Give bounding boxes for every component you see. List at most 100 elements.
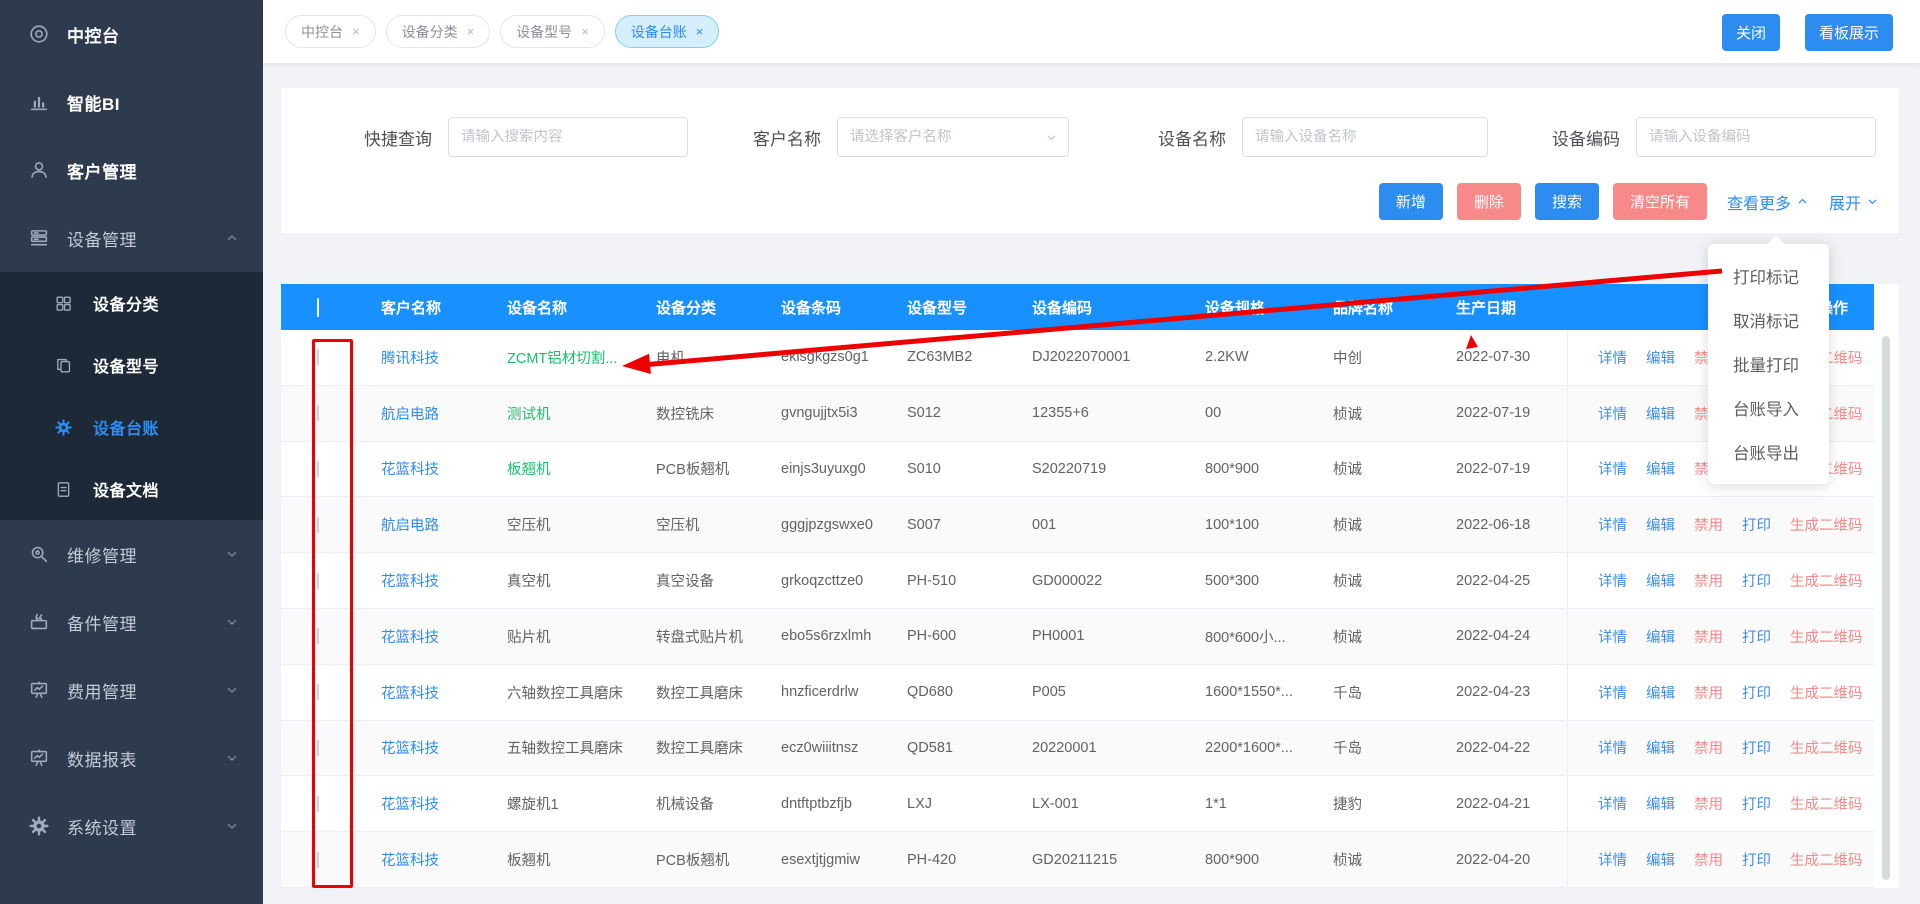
row-action-生成二维码[interactable]: 生成二维码 <box>1790 682 1863 703</box>
row-action-生成二维码[interactable]: 生成二维码 <box>1790 793 1863 814</box>
row-action-打印[interactable]: 打印 <box>1742 514 1771 535</box>
row-action-生成二维码[interactable]: 生成二维码 <box>1790 570 1863 591</box>
customer-name-input[interactable] <box>850 129 1056 145</box>
row-action-生成二维码[interactable]: 生成二维码 <box>1790 626 1863 647</box>
row-checkbox[interactable] <box>317 349 319 365</box>
tab-设备台账[interactable]: 设备台账× <box>615 15 720 48</box>
sidebar-item-device-model[interactable]: 设备型号 <box>0 334 263 396</box>
sidebar-item-smart-bi[interactable]: 智能BI <box>0 68 263 136</box>
row-action-编辑[interactable]: 编辑 <box>1646 849 1675 870</box>
sidebar-item-console[interactable]: 中控台 <box>0 0 263 68</box>
sidebar-item-device-mgmt[interactable]: 设备管理 <box>0 204 263 272</box>
close-button[interactable]: 关闭 <box>1722 14 1780 51</box>
row-checkbox[interactable] <box>317 573 319 589</box>
cell-customer[interactable]: 航启电路 <box>360 403 486 424</box>
row-action-禁用[interactable]: 禁用 <box>1694 626 1723 647</box>
tab-close-icon[interactable]: × <box>352 25 360 38</box>
cell-customer[interactable]: 花篮科技 <box>360 737 486 758</box>
tab-close-icon[interactable]: × <box>581 25 589 38</box>
row-action-打印[interactable]: 打印 <box>1742 682 1771 703</box>
dropdown-item-台账导入[interactable]: 台账导入 <box>1708 386 1829 430</box>
row-action-禁用[interactable]: 禁用 <box>1694 737 1723 758</box>
row-action-编辑[interactable]: 编辑 <box>1646 737 1675 758</box>
expand-link[interactable]: 展开 <box>1829 190 1879 214</box>
row-action-禁用[interactable]: 禁用 <box>1694 514 1723 535</box>
row-checkbox[interactable] <box>317 461 319 477</box>
dropdown-item-打印标记[interactable]: 打印标记 <box>1708 254 1829 298</box>
row-action-编辑[interactable]: 编辑 <box>1646 458 1675 479</box>
device-name-input[interactable] <box>1242 117 1488 157</box>
row-action-编辑[interactable]: 编辑 <box>1646 570 1675 591</box>
dropdown-item-台账导出[interactable]: 台账导出 <box>1708 430 1829 474</box>
row-action-详情[interactable]: 详情 <box>1598 849 1627 870</box>
row-checkbox[interactable] <box>317 517 319 533</box>
row-action-打印[interactable]: 打印 <box>1742 570 1771 591</box>
row-action-详情[interactable]: 详情 <box>1598 626 1627 647</box>
row-action-生成二维码[interactable]: 生成二维码 <box>1790 737 1863 758</box>
sidebar-item-device-ledger[interactable]: 设备台账 <box>0 396 263 458</box>
dropdown-item-取消标记[interactable]: 取消标记 <box>1708 298 1829 342</box>
row-action-禁用[interactable]: 禁用 <box>1694 793 1723 814</box>
row-action-详情[interactable]: 详情 <box>1598 347 1627 368</box>
select-all-checkbox[interactable] <box>317 298 319 317</box>
row-action-编辑[interactable]: 编辑 <box>1646 626 1675 647</box>
row-action-编辑[interactable]: 编辑 <box>1646 514 1675 535</box>
row-action-详情[interactable]: 详情 <box>1598 570 1627 591</box>
device-name-input[interactable] <box>1255 129 1475 145</box>
row-action-详情[interactable]: 详情 <box>1598 737 1627 758</box>
device-code-input[interactable] <box>1649 129 1863 145</box>
row-action-详情[interactable]: 详情 <box>1598 403 1627 424</box>
sidebar-item-fee-mgmt[interactable]: 费用管理 <box>0 656 263 724</box>
row-checkbox[interactable] <box>317 628 319 644</box>
row-checkbox[interactable] <box>317 796 319 812</box>
row-action-详情[interactable]: 详情 <box>1598 514 1627 535</box>
row-action-编辑[interactable]: 编辑 <box>1646 403 1675 424</box>
row-action-编辑[interactable]: 编辑 <box>1646 682 1675 703</box>
sidebar-item-customer-mgmt[interactable]: 客户管理 <box>0 136 263 204</box>
sidebar-item-device-category[interactable]: 设备分类 <box>0 272 263 334</box>
quick-search-input[interactable] <box>461 129 675 145</box>
cell-customer[interactable]: 花篮科技 <box>360 849 486 870</box>
cell-customer[interactable]: 花篮科技 <box>360 626 486 647</box>
row-action-生成二维码[interactable]: 生成二维码 <box>1790 849 1863 870</box>
tab-设备分类[interactable]: 设备分类× <box>386 15 491 48</box>
device-code-input[interactable] <box>1636 117 1876 157</box>
row-action-生成二维码[interactable]: 生成二维码 <box>1790 514 1863 535</box>
quick-search-input[interactable] <box>448 117 688 157</box>
sidebar-item-data-report[interactable]: 数据报表 <box>0 724 263 792</box>
cell-customer[interactable]: 花篮科技 <box>360 793 486 814</box>
tab-close-icon[interactable]: × <box>696 25 704 38</box>
row-action-打印[interactable]: 打印 <box>1742 793 1771 814</box>
row-action-编辑[interactable]: 编辑 <box>1646 347 1675 368</box>
tab-close-icon[interactable]: × <box>467 25 475 38</box>
row-action-详情[interactable]: 详情 <box>1598 793 1627 814</box>
row-action-打印[interactable]: 打印 <box>1742 626 1771 647</box>
cell-customer[interactable]: 花篮科技 <box>360 570 486 591</box>
sidebar-item-repair-mgmt[interactable]: 维修管理 <box>0 520 263 588</box>
search-button[interactable]: 搜索 <box>1535 183 1599 220</box>
row-action-禁用[interactable]: 禁用 <box>1694 849 1723 870</box>
row-action-编辑[interactable]: 编辑 <box>1646 793 1675 814</box>
row-checkbox[interactable] <box>317 684 319 700</box>
row-action-详情[interactable]: 详情 <box>1598 458 1627 479</box>
row-action-详情[interactable]: 详情 <box>1598 682 1627 703</box>
table-scrollbar[interactable] <box>1882 336 1890 880</box>
sidebar-item-spare-mgmt[interactable]: 备件管理 <box>0 588 263 656</box>
tab-中控台[interactable]: 中控台× <box>285 15 376 48</box>
sidebar-item-device-doc[interactable]: 设备文档 <box>0 458 263 520</box>
tab-设备型号[interactable]: 设备型号× <box>500 15 605 48</box>
row-action-禁用[interactable]: 禁用 <box>1694 570 1723 591</box>
row-action-打印[interactable]: 打印 <box>1742 737 1771 758</box>
board-display-button[interactable]: 看板展示 <box>1805 14 1893 51</box>
cell-customer[interactable]: 航启电路 <box>360 514 486 535</box>
cell-customer[interactable]: 花篮科技 <box>360 458 486 479</box>
clear-all-button[interactable]: 清空所有 <box>1613 183 1707 220</box>
cell-customer[interactable]: 腾讯科技 <box>360 347 486 368</box>
row-action-打印[interactable]: 打印 <box>1742 849 1771 870</box>
add-button[interactable]: 新增 <box>1379 183 1443 220</box>
row-checkbox[interactable] <box>317 740 319 756</box>
cell-customer[interactable]: 花篮科技 <box>360 682 486 703</box>
row-action-禁用[interactable]: 禁用 <box>1694 682 1723 703</box>
customer-name-select[interactable] <box>837 117 1069 157</box>
sidebar-item-system-settings[interactable]: 系统设置 <box>0 792 263 860</box>
